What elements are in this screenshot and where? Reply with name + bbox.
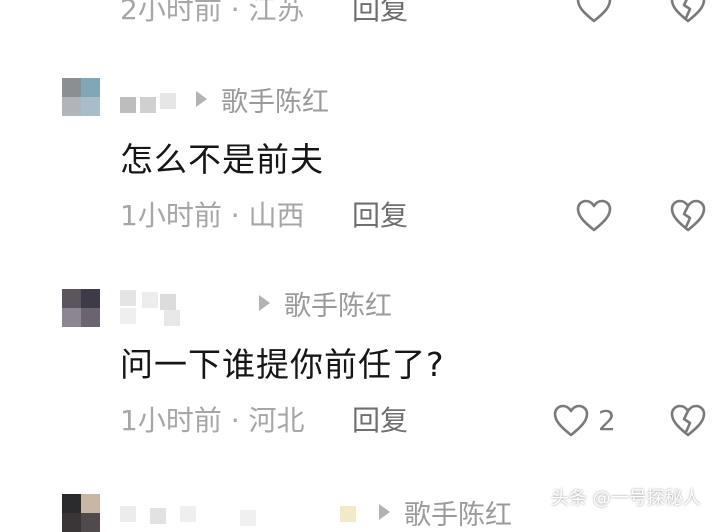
reply-to-target[interactable]: 歌手陈红 bbox=[196, 88, 329, 118]
reply-to-target[interactable]: 歌手陈红 bbox=[259, 292, 392, 322]
comment-text: 问一下谁提你前任了? bbox=[120, 345, 445, 384]
broken-heart-icon[interactable] bbox=[669, 402, 707, 440]
username-blurred[interactable] bbox=[120, 93, 182, 115]
reply-button[interactable]: 回复 bbox=[352, 0, 408, 27]
avatar[interactable] bbox=[62, 78, 100, 116]
username-blurred[interactable] bbox=[120, 506, 360, 528]
comment-time: 1小时前 bbox=[120, 404, 222, 437]
comment-time: 2小时前 bbox=[120, 0, 222, 26]
avatar[interactable] bbox=[62, 494, 100, 532]
play-arrow-icon bbox=[196, 91, 207, 107]
reply-to-name: 歌手陈红 bbox=[221, 87, 329, 118]
comment-meta: 1小时前 · 山西 bbox=[120, 199, 305, 232]
comment-location: 江苏 bbox=[248, 0, 305, 26]
comment-text: 怎么不是前夫 bbox=[120, 140, 324, 179]
reply-to-name: 歌手陈红 bbox=[284, 291, 392, 322]
reply-to-target[interactable]: 歌手陈红 bbox=[379, 501, 512, 531]
comment-meta: 1小时前 · 河北 bbox=[120, 404, 305, 437]
broken-heart-icon[interactable] bbox=[669, 197, 707, 235]
play-arrow-icon bbox=[259, 295, 270, 311]
comment-time: 1小时前 bbox=[120, 199, 222, 232]
reply-to-name: 歌手陈红 bbox=[404, 500, 512, 531]
reply-button[interactable]: 回复 bbox=[352, 404, 408, 438]
avatar[interactable] bbox=[62, 289, 100, 327]
username-blurred[interactable] bbox=[120, 290, 196, 328]
reply-button[interactable]: 回复 bbox=[352, 199, 408, 233]
watermark: 头条 @一号探秘人 bbox=[551, 488, 701, 509]
heart-icon[interactable] bbox=[552, 402, 590, 440]
heart-icon[interactable] bbox=[575, 0, 613, 26]
comment-meta: 2小时前 · 江苏 bbox=[120, 0, 305, 27]
like-count: 2 bbox=[598, 404, 616, 437]
comment-location: 山西 bbox=[248, 199, 305, 232]
comment-location: 河北 bbox=[248, 404, 305, 437]
heart-icon[interactable] bbox=[575, 197, 613, 235]
play-arrow-icon bbox=[379, 504, 390, 520]
broken-heart-icon[interactable] bbox=[669, 0, 707, 26]
